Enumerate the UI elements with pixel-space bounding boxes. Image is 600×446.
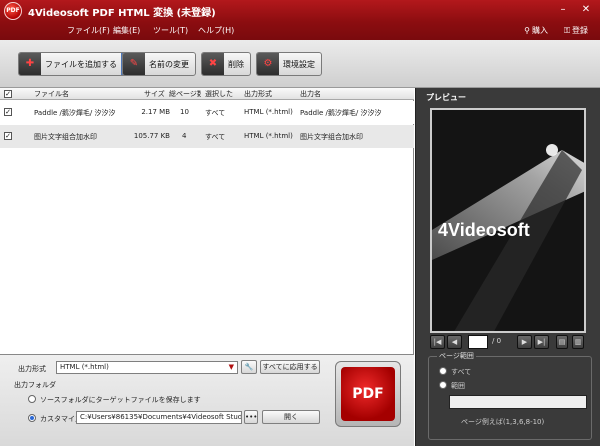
- delete-icon: ✖: [202, 53, 224, 75]
- file-list: ✓ ファイル名 サイズ 総ページ数 選択した 出力形式 出力名 ✓ Paddle…: [0, 88, 414, 354]
- key-icon: ⚿: [563, 26, 571, 35]
- row-size: 105.77 KB: [133, 132, 170, 140]
- browse-button[interactable]: •••: [244, 410, 258, 424]
- add-file-label: ファイルを追加する: [45, 59, 117, 69]
- range-custom-radio[interactable]: [439, 381, 447, 389]
- first-page-button[interactable]: |◀: [430, 335, 445, 349]
- convert-button[interactable]: PDF: [335, 361, 401, 427]
- range-custom-label: 範囲: [451, 382, 465, 390]
- wrench-icon[interactable]: 🔧: [241, 360, 257, 374]
- output-folder-label: 出力フォルダ: [14, 381, 56, 389]
- row-checkbox[interactable]: ✓: [4, 132, 12, 140]
- preview-panel: プレビュー 4Videosoft |◀ ◀ / 0 ▶ ▶| ▤ ▥ ページ範囲…: [415, 88, 600, 446]
- output-format-value: HTML (*.html): [60, 363, 109, 371]
- rename-button[interactable]: ✎ 名前の変更: [122, 52, 196, 76]
- double-page-view-icon[interactable]: ▥: [572, 335, 584, 349]
- minimize-button[interactable]: –: [556, 3, 570, 17]
- purchase-link[interactable]: ⚲ 購入: [522, 25, 548, 36]
- gear-icon: ⚙: [257, 53, 279, 75]
- row-filename: Paddle /鹅汐燀毛/ 汐汐汐: [34, 109, 116, 117]
- select-all-checkbox[interactable]: ✓: [4, 90, 12, 98]
- single-page-view-icon[interactable]: ▤: [556, 335, 568, 349]
- purchase-label: 購入: [532, 26, 548, 35]
- apply-all-button[interactable]: すべてに応用する: [260, 360, 320, 374]
- preview-screen: 4Videosoft: [430, 108, 586, 333]
- range-all-radio[interactable]: [439, 367, 447, 375]
- chevron-down-icon: ▼: [228, 363, 234, 371]
- menu-edit[interactable]: 編集(E): [113, 25, 140, 36]
- list-header: ✓ ファイル名 サイズ 総ページ数 選択した 出力形式 出力名: [0, 88, 414, 100]
- table-row[interactable]: ✓ Paddle /鹅汐燀毛/ 汐汐汐 2.17 MB 10 すべて HTML …: [0, 101, 414, 124]
- row-filename: 图片文字组合加水印: [34, 133, 97, 141]
- header-pages[interactable]: 総ページ数: [169, 89, 201, 99]
- toolbar: ✚ ファイルを追加する ▼ ✎ 名前の変更 ✖ 削除 ⚙ 環境設定: [0, 40, 600, 88]
- delete-button[interactable]: ✖ 削除: [201, 52, 251, 76]
- app-logo-icon: PDF: [4, 2, 22, 20]
- header-filename[interactable]: ファイル名: [34, 89, 124, 99]
- title-bar: PDF 4Videosoft PDF HTML 変換 (未登録) – ✕: [0, 0, 600, 22]
- menu-bar: ファイル(F) 編集(E) ツール(T) ヘルプ(H) ⚲ 購入 ⚿ 登録: [0, 22, 600, 40]
- add-file-button[interactable]: ✚ ファイルを追加する ▼: [18, 52, 132, 76]
- row-selected: すべて: [205, 133, 226, 141]
- row-format: HTML (*.html): [244, 132, 293, 140]
- header-format[interactable]: 出力形式: [244, 89, 294, 99]
- preview-title: プレビュー: [426, 93, 466, 102]
- next-page-button[interactable]: ▶: [517, 335, 532, 349]
- row-output-name: Paddle /鹅汐燀毛/ 汐汐汐: [300, 109, 382, 117]
- cart-icon: ⚲: [524, 26, 530, 35]
- header-output-name[interactable]: 出力名: [300, 89, 400, 99]
- row-size: 2.17 MB: [141, 108, 170, 116]
- rename-icon: ✎: [123, 53, 145, 75]
- header-selected[interactable]: 選択した: [205, 89, 237, 99]
- page-range-group: ページ範囲 すべて 範囲 ページ例えば(1,3,6,8-10): [428, 351, 592, 440]
- open-folder-button[interactable]: 開く: [262, 410, 320, 424]
- page-total: / 0: [492, 337, 502, 345]
- range-all-label: すべて: [451, 368, 472, 376]
- register-link[interactable]: ⚿ 登録: [562, 25, 588, 36]
- table-row[interactable]: ✓ 图片文字组合加水印 105.77 KB 4 すべて HTML (*.html…: [0, 125, 414, 148]
- range-example-text: ページ例えば(1,3,6,8-10): [461, 418, 545, 426]
- window-title: 4Videosoft PDF HTML 変換 (未登録): [28, 8, 216, 19]
- close-button[interactable]: ✕: [579, 3, 593, 17]
- settings-button[interactable]: ⚙ 環境設定: [256, 52, 322, 76]
- menu-file[interactable]: ファイル(F): [67, 25, 110, 36]
- row-format: HTML (*.html): [244, 108, 293, 116]
- last-page-button[interactable]: ▶|: [534, 335, 549, 349]
- page-range-input[interactable]: [449, 395, 587, 409]
- convert-pdf-icon: PDF: [341, 367, 395, 421]
- rename-label: 名前の変更: [149, 59, 189, 69]
- add-file-icon: ✚: [19, 53, 41, 75]
- output-format-label: 出力形式: [18, 365, 46, 373]
- save-to-source-label: ソースフォルダにターゲットファイルを保存します: [40, 396, 201, 404]
- page-range-title: ページ範囲: [437, 351, 476, 361]
- register-label: 登録: [572, 26, 588, 35]
- preview-brand-text: 4Videosoft: [438, 220, 530, 240]
- output-format-select[interactable]: HTML (*.html) ▼: [56, 361, 238, 374]
- delete-label: 削除: [228, 59, 244, 69]
- prev-page-button[interactable]: ◀: [447, 335, 462, 349]
- menu-help[interactable]: ヘルプ(H): [198, 25, 234, 36]
- page-number-input[interactable]: [468, 335, 488, 349]
- save-to-source-radio[interactable]: [28, 395, 36, 403]
- row-selected: すべて: [205, 109, 226, 117]
- row-pages: 10: [180, 108, 189, 116]
- menu-tools[interactable]: ツール(T): [153, 25, 188, 36]
- row-checkbox[interactable]: ✓: [4, 108, 12, 116]
- row-pages: 4: [182, 132, 187, 140]
- settings-label: 環境設定: [283, 59, 315, 69]
- customize-radio[interactable]: [28, 414, 36, 422]
- row-output-name: 图片文字组合加水印: [300, 133, 363, 141]
- output-path-field[interactable]: C:¥Users¥86135¥Documents¥4Videosoft Stud…: [76, 411, 242, 424]
- header-size[interactable]: サイズ: [144, 89, 168, 99]
